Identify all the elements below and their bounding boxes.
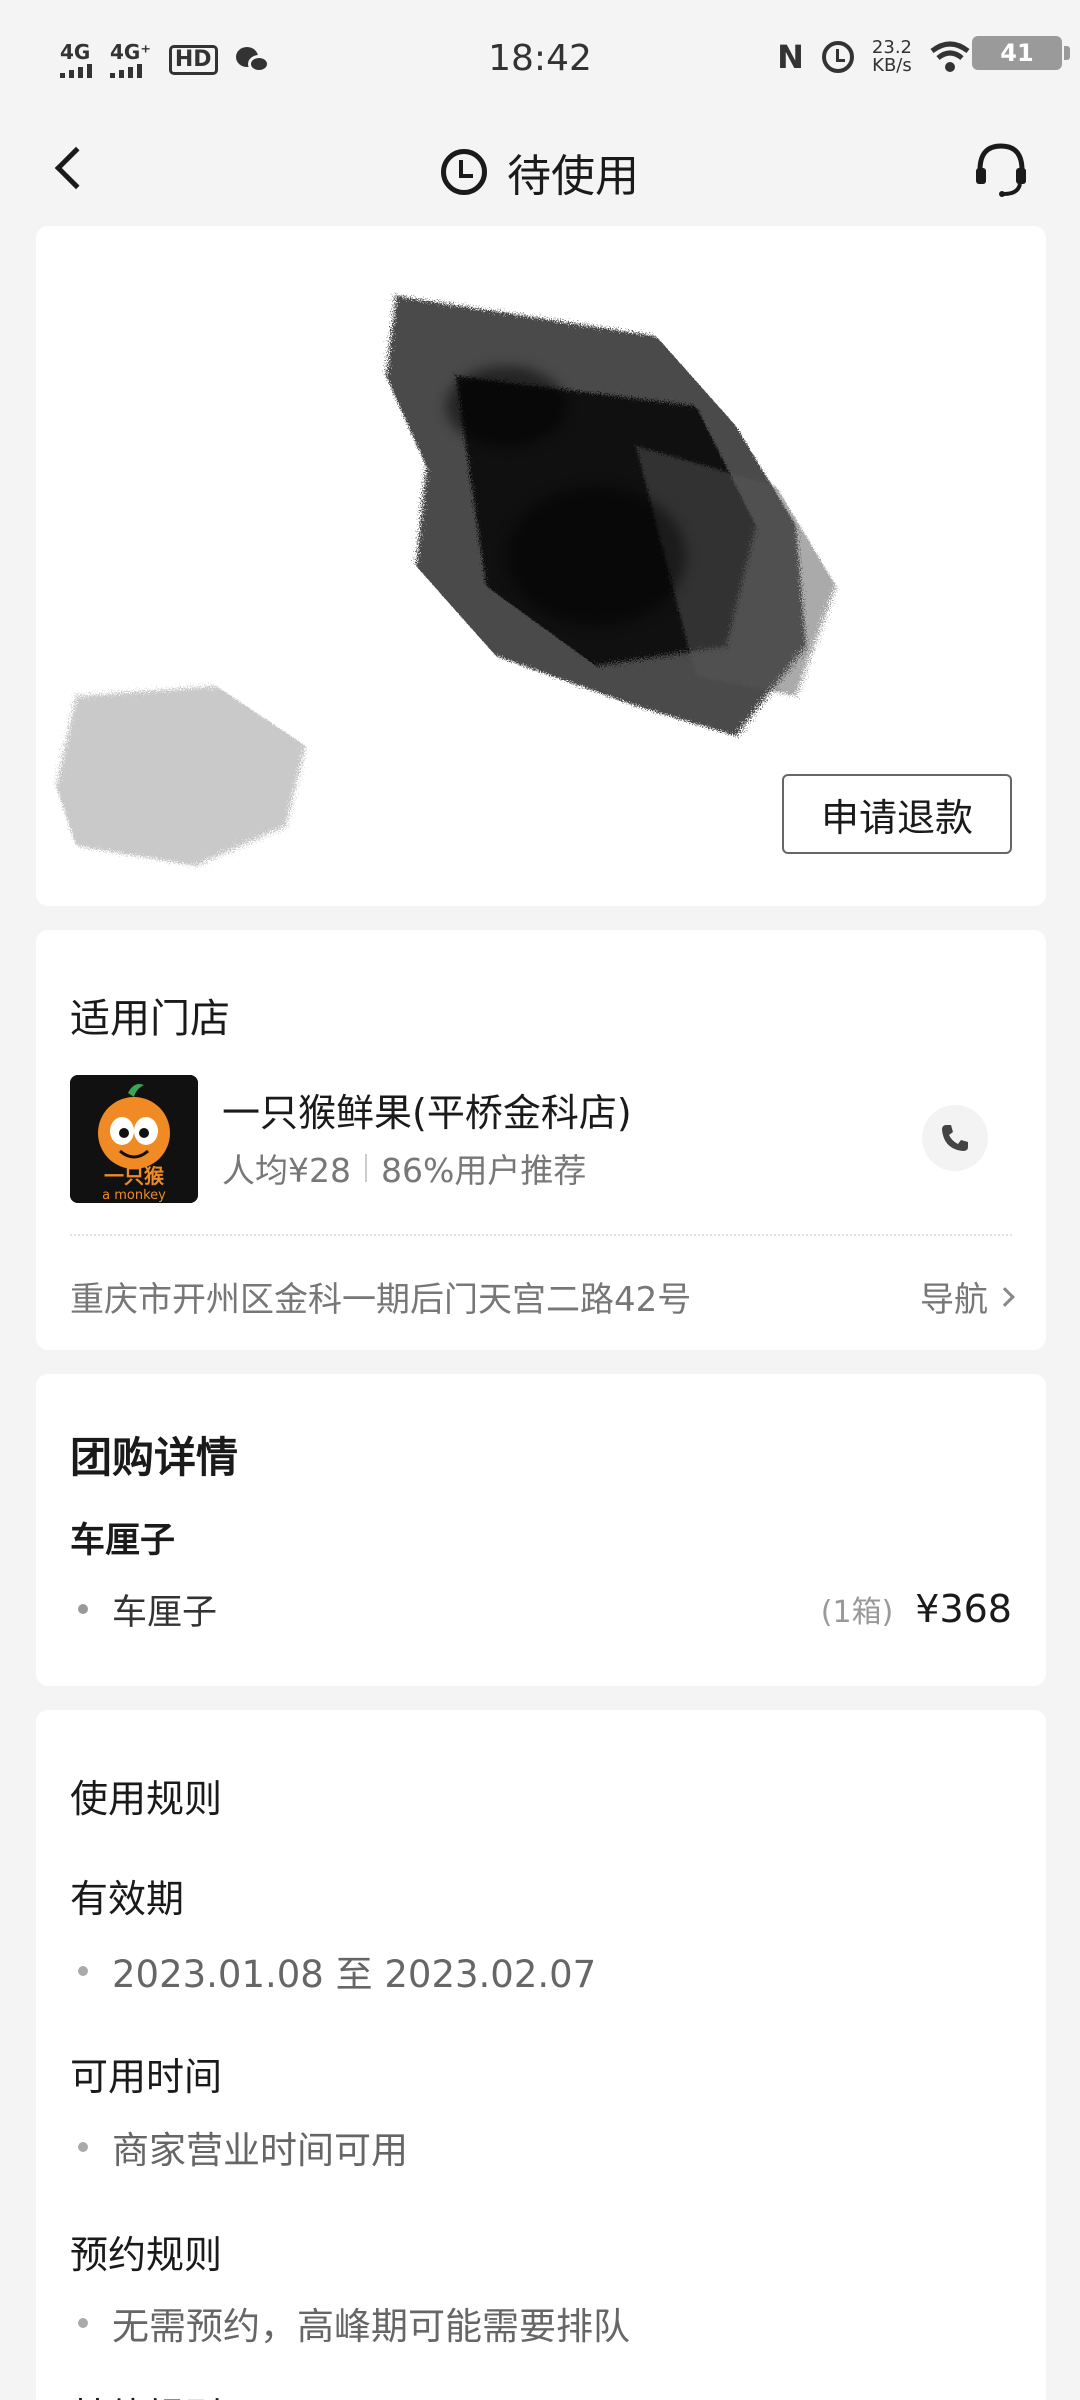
status-left-icons: 4G 4G⁺ HD [60,42,390,78]
store-section-title: 适用门店 [70,996,230,1042]
store-address: 重庆市开州区金科一期后门天宫二路42号 [70,1280,692,1320]
signal-2-icon: 4G⁺ [110,42,151,78]
other-rules-label: 其他规则 [70,2386,222,2400]
validity-row: 2023.01.08 至 2023.02.07 [70,1944,596,1998]
store-divider [70,1234,1012,1236]
chevron-right-icon [995,1286,1015,1307]
usage-rules-card: 使用规则 有效期 2023.01.08 至 2023.02.07 可用时间 商家… [36,1710,1046,2400]
store-name[interactable]: 一只猴鲜果(平桥金科店) [222,1082,632,1137]
signal-1-icon: 4G [60,42,92,78]
wifi-icon [930,41,970,72]
available-time-label: 可用时间 [70,2055,223,2099]
logo-text: 一只猴 [104,1164,165,1188]
group-buy-subtitle: 车厘子 [70,1521,176,1561]
item-price: ¥368 [915,1587,1012,1631]
voucher-card: 申请退款 [36,226,1046,906]
monkey-logo-icon: 一只猴 a monkey [70,1075,198,1203]
nfc-icon: N [777,38,804,76]
store-card: 适用门店 一只猴 a monkey 一只猴鲜果(平桥金科店) 人均¥28 86%… [36,930,1046,1350]
title-group: 待使用 [0,140,1080,204]
bullet [78,1966,88,1976]
available-time-row: 商家营业时间可用 [70,2120,408,2174]
app-header: 待使用 [0,120,1080,220]
booking-rule-label: 预约规则 [70,2233,223,2277]
network-speed: 23.2 KB/s [872,39,912,75]
signal-2-label: 4G⁺ [110,40,151,64]
signal-1-label: 4G [60,40,91,64]
hd-icon: HD [168,45,218,75]
call-button[interactable] [922,1105,988,1171]
battery-icon: 41 [972,36,1070,70]
alarm-icon [821,41,854,73]
item-name: 车厘子 [112,1592,218,1633]
group-buy-item: 车厘子 (1箱) ¥368 [70,1584,1012,1634]
status-right-icons: N 23.2 KB/s 41 [777,36,1070,76]
customer-service-icon[interactable] [972,140,1030,198]
navigate-link[interactable]: 导航 [920,1272,1015,1321]
store-avg-price: 人均¥28 [222,1151,351,1190]
store-logo[interactable]: 一只猴 a monkey [70,1075,198,1203]
bullet [78,2318,88,2328]
refund-button[interactable]: 申请退款 [782,774,1012,854]
meta-separator [365,1154,367,1182]
speed-unit: KB/s [872,55,912,76]
wechat-icon [235,45,270,75]
booking-rule-row: 无需预约，高峰期可能需要排队 [70,2296,630,2350]
booking-rule-value: 无需预约，高峰期可能需要排队 [112,2305,630,2348]
validity-value: 2023.01.08 至 2023.02.07 [112,1953,597,1996]
bullet [78,1604,88,1614]
logo-subtext: a monkey [102,1188,166,1203]
clock-icon [441,149,487,195]
store-meta: 人均¥28 86%用户推荐 [222,1144,586,1192]
status-bar: 4G 4G⁺ HD 18:42 N 23.2 KB/s 41 [0,0,1080,120]
store-recommend-rate: 86%用户推荐 [381,1151,587,1190]
item-quantity: (1箱) [820,1595,894,1630]
rules-title: 使用规则 [70,1777,223,1821]
navigate-label: 导航 [920,1280,988,1320]
group-buy-title: 团购详情 [70,1433,239,1482]
validity-label: 有效期 [70,1877,185,1921]
phone-icon [942,1125,968,1151]
bullet [78,2142,88,2152]
page-title: 待使用 [507,151,639,202]
group-buy-card: 团购详情 车厘子 车厘子 (1箱) ¥368 [36,1374,1046,1686]
available-time-value: 商家营业时间可用 [112,2129,408,2172]
